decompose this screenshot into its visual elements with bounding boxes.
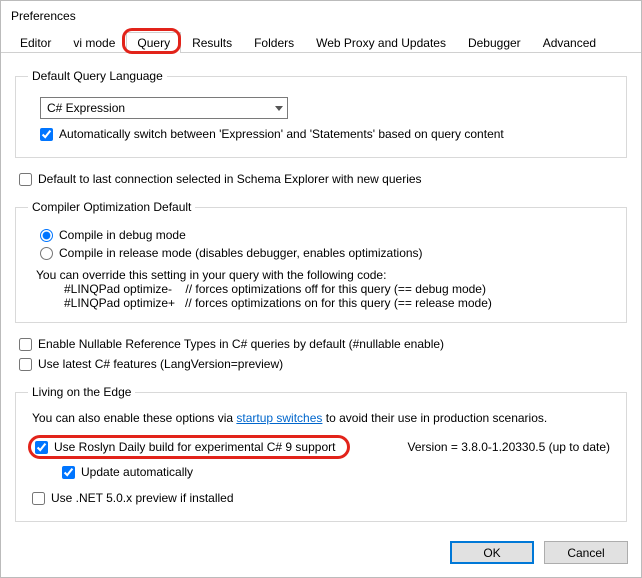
tab-advanced[interactable]: Advanced — [532, 32, 607, 53]
auto-switch-checkbox[interactable] — [40, 128, 53, 141]
tab-query[interactable]: Query — [126, 32, 181, 53]
dialog-footer: OK Cancel — [0, 531, 642, 578]
compile-release-label[interactable]: Compile in release mode (disables debugg… — [59, 246, 423, 260]
compile-debug-label[interactable]: Compile in debug mode — [59, 228, 186, 242]
tab-web-proxy-and-updates[interactable]: Web Proxy and Updates — [305, 32, 457, 53]
net5-preview-checkbox[interactable] — [32, 492, 45, 505]
window-title: Preferences — [1, 1, 641, 29]
group-default-language: Default Query Language C# Expression Aut… — [15, 69, 627, 158]
roslyn-version-text: Version = 3.8.0-1.20330.5 (up to date) — [408, 440, 614, 454]
auto-switch-label[interactable]: Automatically switch between 'Expression… — [59, 127, 504, 141]
tab-editor[interactable]: Editor — [9, 32, 62, 53]
legend-edge: Living on the Edge — [28, 385, 135, 399]
highlight-roslyn: Use Roslyn Daily build for experimental … — [28, 435, 350, 459]
tab-debugger[interactable]: Debugger — [457, 32, 532, 53]
ok-button[interactable]: OK — [450, 541, 534, 564]
edge-hint-pre: You can also enable these options via — [32, 411, 236, 425]
latest-features-label[interactable]: Use latest C# features (LangVersion=prev… — [38, 357, 283, 371]
nullable-label[interactable]: Enable Nullable Reference Types in C# qu… — [38, 337, 444, 351]
legend-default-language: Default Query Language — [28, 69, 167, 83]
tab-content-query: Default Query Language C# Expression Aut… — [1, 53, 641, 546]
update-auto-checkbox[interactable] — [62, 466, 75, 479]
default-connection-label[interactable]: Default to last connection selected in S… — [38, 172, 422, 186]
cancel-button[interactable]: Cancel — [544, 541, 628, 564]
tab-vi-mode[interactable]: vi mode — [62, 32, 126, 53]
legend-compiler: Compiler Optimization Default — [28, 200, 195, 214]
chevron-down-icon — [275, 106, 283, 111]
net5-preview-label[interactable]: Use .NET 5.0.x preview if installed — [51, 491, 234, 505]
group-compiler-optimization: Compiler Optimization Default Compile in… — [15, 200, 627, 323]
latest-features-checkbox[interactable] — [19, 358, 32, 371]
default-language-select[interactable]: C# Expression — [40, 97, 288, 119]
roslyn-daily-label[interactable]: Use Roslyn Daily build for experimental … — [54, 440, 335, 454]
startup-switches-link[interactable]: startup switches — [236, 411, 322, 425]
default-connection-checkbox[interactable] — [19, 173, 32, 186]
compiler-hint-off: #LINQPad optimize- // forces optimizatio… — [36, 282, 614, 296]
compiler-hint-on: #LINQPad optimize+ // forces optimizatio… — [36, 296, 614, 310]
compile-debug-radio[interactable] — [40, 229, 53, 242]
update-auto-label[interactable]: Update automatically — [81, 465, 193, 479]
nullable-checkbox[interactable] — [19, 338, 32, 351]
compiler-hint-intro: You can override this setting in your qu… — [36, 268, 614, 282]
edge-hint-post: to avoid their use in production scenari… — [326, 411, 547, 425]
tab-results[interactable]: Results — [181, 32, 243, 53]
tab-folders[interactable]: Folders — [243, 32, 305, 53]
roslyn-daily-checkbox[interactable] — [35, 441, 48, 454]
group-living-on-edge: Living on the Edge You can also enable t… — [15, 385, 627, 522]
compile-release-radio[interactable] — [40, 247, 53, 260]
edge-hint: You can also enable these options via st… — [32, 411, 614, 425]
default-language-value: C# Expression — [47, 101, 125, 115]
tab-strip: Editorvi modeQueryResultsFoldersWeb Prox… — [1, 29, 641, 53]
